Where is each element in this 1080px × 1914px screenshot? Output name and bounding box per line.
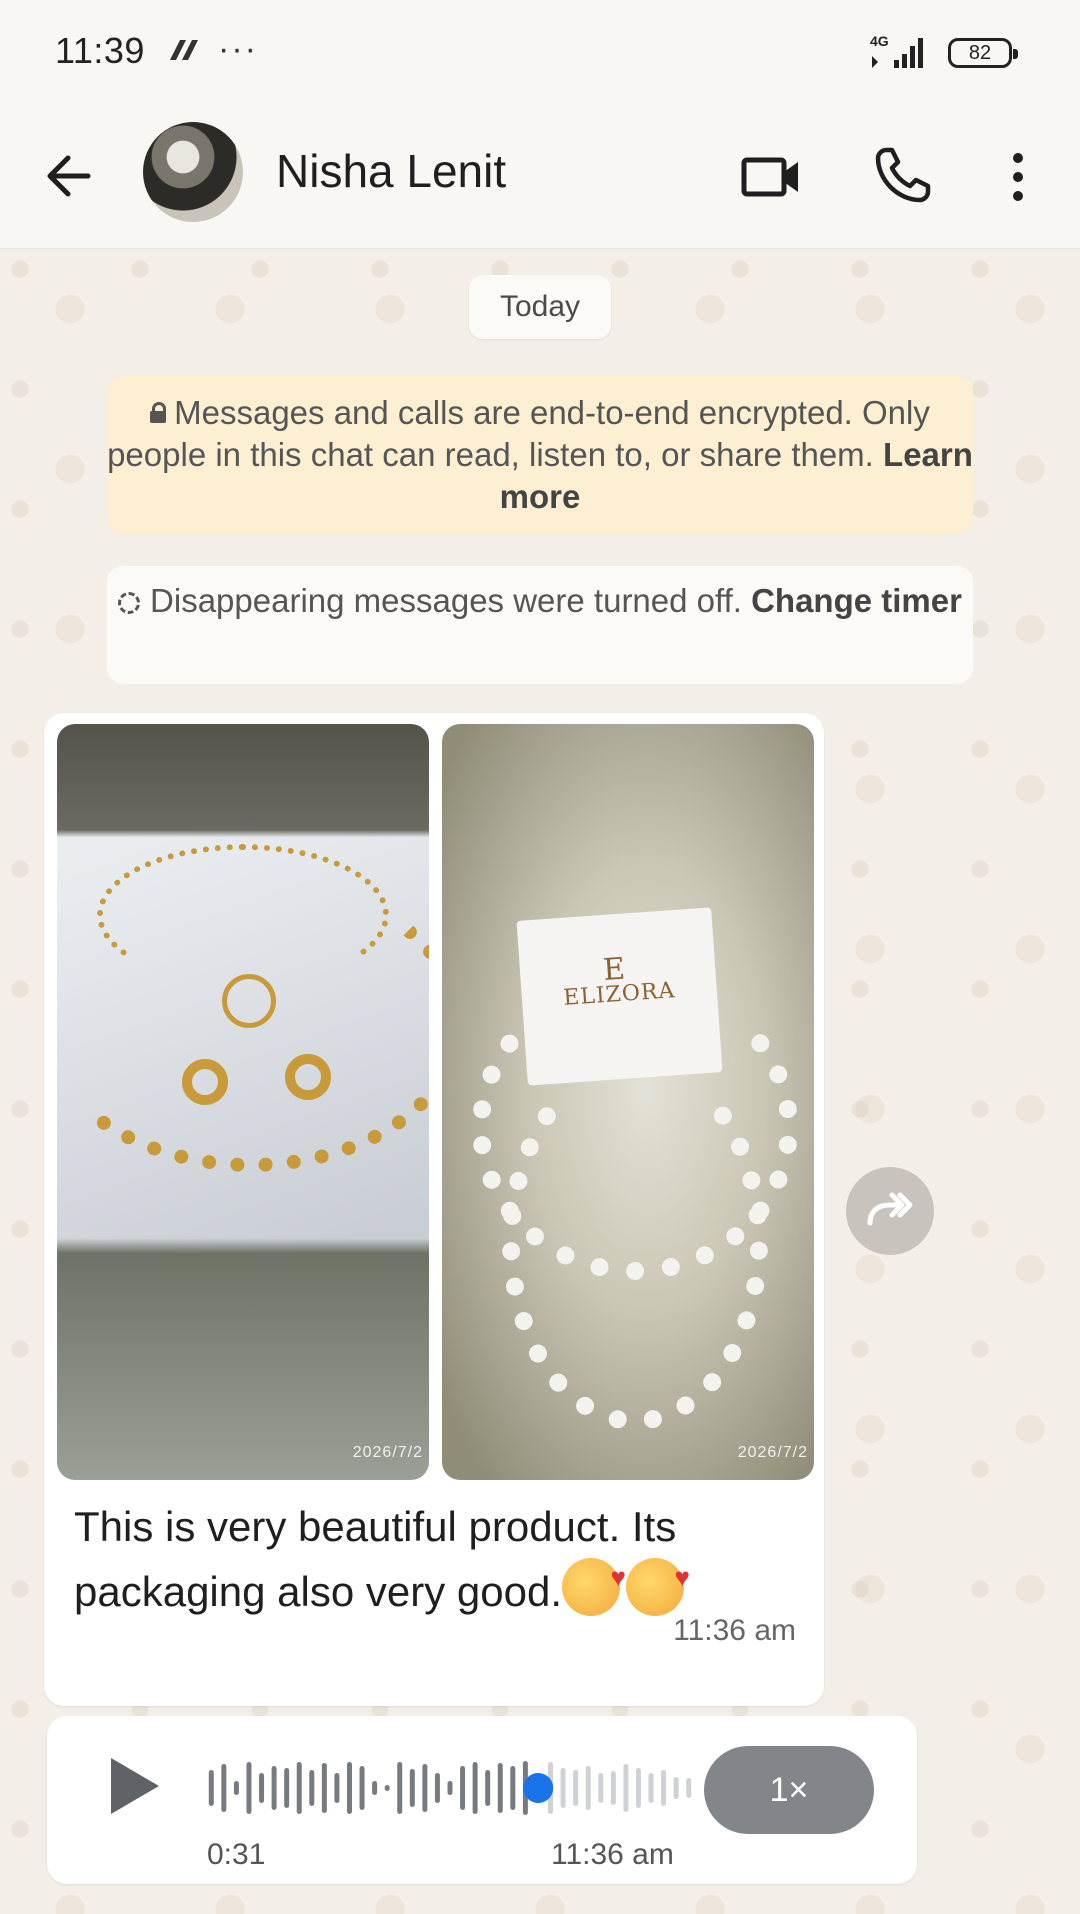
forward-icon[interactable] (846, 1167, 934, 1255)
waveform-bar (447, 1781, 453, 1795)
smiling-hearts-emoji-icon (561, 1546, 626, 1616)
waveform-bar (359, 1766, 365, 1810)
waveform-bar (635, 1768, 641, 1808)
waveform-bar (623, 1764, 629, 1812)
photo-gold-jewellery[interactable]: 2026/7/2 (57, 724, 429, 1480)
waveform-bar (585, 1766, 591, 1810)
message-time: 11:36 am (673, 1614, 796, 1647)
waveform-bar (610, 1771, 616, 1805)
encryption-notice[interactable]: Messages and calls are end-to-end encryp… (107, 376, 973, 534)
back-arrow-icon[interactable] (40, 146, 100, 206)
waveform-bar (284, 1768, 290, 1808)
smiling-hearts-emoji-icon (625, 1546, 690, 1616)
change-timer-link[interactable]: Change timer (751, 582, 962, 619)
chat-header: Nisha Lenit (0, 108, 1080, 249)
date-chip: Today (469, 275, 611, 339)
waveform-bar (233, 1781, 239, 1795)
audio-waveform[interactable] (205, 1756, 695, 1820)
video-call-icon[interactable] (740, 146, 802, 208)
audio-message-time: 11:36 am (551, 1838, 674, 1871)
audio-duration: 0:31 (207, 1838, 266, 1871)
waveform-bar (296, 1762, 302, 1814)
earring-right-shape (285, 1054, 331, 1100)
waveform-bar (673, 1777, 679, 1799)
waveform-bar (434, 1773, 440, 1803)
photo-pearl-jewellery[interactable]: E ELIZORA 2026/7/2 (442, 724, 814, 1480)
waveform-bar (573, 1770, 579, 1806)
disappearing-notice[interactable]: Disappearing messages were turned off. C… (107, 566, 973, 684)
contact-name[interactable]: Nisha Lenit (276, 144, 506, 198)
encryption-text: Messages and calls are end-to-end encryp… (107, 394, 930, 473)
waveform-bar (497, 1763, 503, 1813)
play-icon[interactable] (103, 1752, 163, 1820)
forward-arrow-icon (867, 1192, 913, 1226)
waveform-bar (309, 1770, 315, 1806)
playback-speed-button[interactable]: 1× (704, 1746, 874, 1834)
earring-left-shape (182, 1059, 228, 1105)
waveform-bar (246, 1762, 252, 1814)
waveform-bar (560, 1768, 566, 1808)
waveform-bar (372, 1781, 378, 1795)
chat-area[interactable]: Today Messages and calls are end-to-end … (0, 249, 1080, 1914)
more-vert-icon[interactable] (998, 146, 1038, 208)
waveform-bar (422, 1764, 428, 1812)
waveform-bar (259, 1773, 265, 1803)
more-notifications-icon: ··· (218, 30, 258, 68)
waveform-bar (472, 1762, 478, 1814)
waveform-bar (686, 1778, 692, 1798)
waveform-bar (397, 1762, 403, 1814)
voice-message-bubble[interactable]: 1× 0:31 11:36 am (47, 1716, 917, 1884)
waveform-bar (221, 1764, 227, 1812)
status-bar: 11:39 ··· 4G 82 (0, 0, 1080, 108)
waveform-bar (208, 1770, 214, 1806)
signal-icon: 4G (870, 33, 923, 68)
network-type: 4G (870, 33, 889, 49)
avatar[interactable] (143, 122, 243, 222)
battery-icon: 82 (948, 38, 1018, 68)
waveform-bar (346, 1762, 352, 1814)
photo-date-stamp: 2026/7/2 (737, 1444, 808, 1461)
waveform-bar (648, 1773, 654, 1803)
status-time: 11:39 (55, 30, 145, 71)
waveform-bar (598, 1773, 604, 1803)
waveform-bar (271, 1766, 277, 1810)
waveform-bar (409, 1769, 415, 1807)
waveform-bar (321, 1763, 327, 1813)
waveform-bar (334, 1773, 340, 1803)
pearl-necklace-outer-shape (502, 1054, 768, 1430)
playback-progress-handle[interactable] (523, 1773, 554, 1803)
phone-icon[interactable] (872, 144, 934, 206)
waveform-bar (384, 1785, 390, 1791)
waveform-bar (485, 1770, 491, 1806)
photo-date-stamp: 2026/7/2 (352, 1444, 423, 1461)
ring-shape (222, 974, 276, 1028)
app-notification-icon (170, 40, 198, 60)
disappearing-text: Disappearing messages were turned off. (150, 582, 742, 619)
waveform-bar (510, 1766, 516, 1810)
waveform-bar (661, 1770, 667, 1806)
message-caption: This is very beautiful product. Its pack… (74, 1495, 794, 1623)
timer-icon (118, 592, 141, 614)
lock-icon (150, 402, 167, 423)
chain-shape (97, 844, 389, 986)
image-message-bubble[interactable]: 2026/7/2 E ELIZORA 2026/7/2 This is very… (44, 713, 824, 1706)
waveform-bar (460, 1766, 466, 1810)
